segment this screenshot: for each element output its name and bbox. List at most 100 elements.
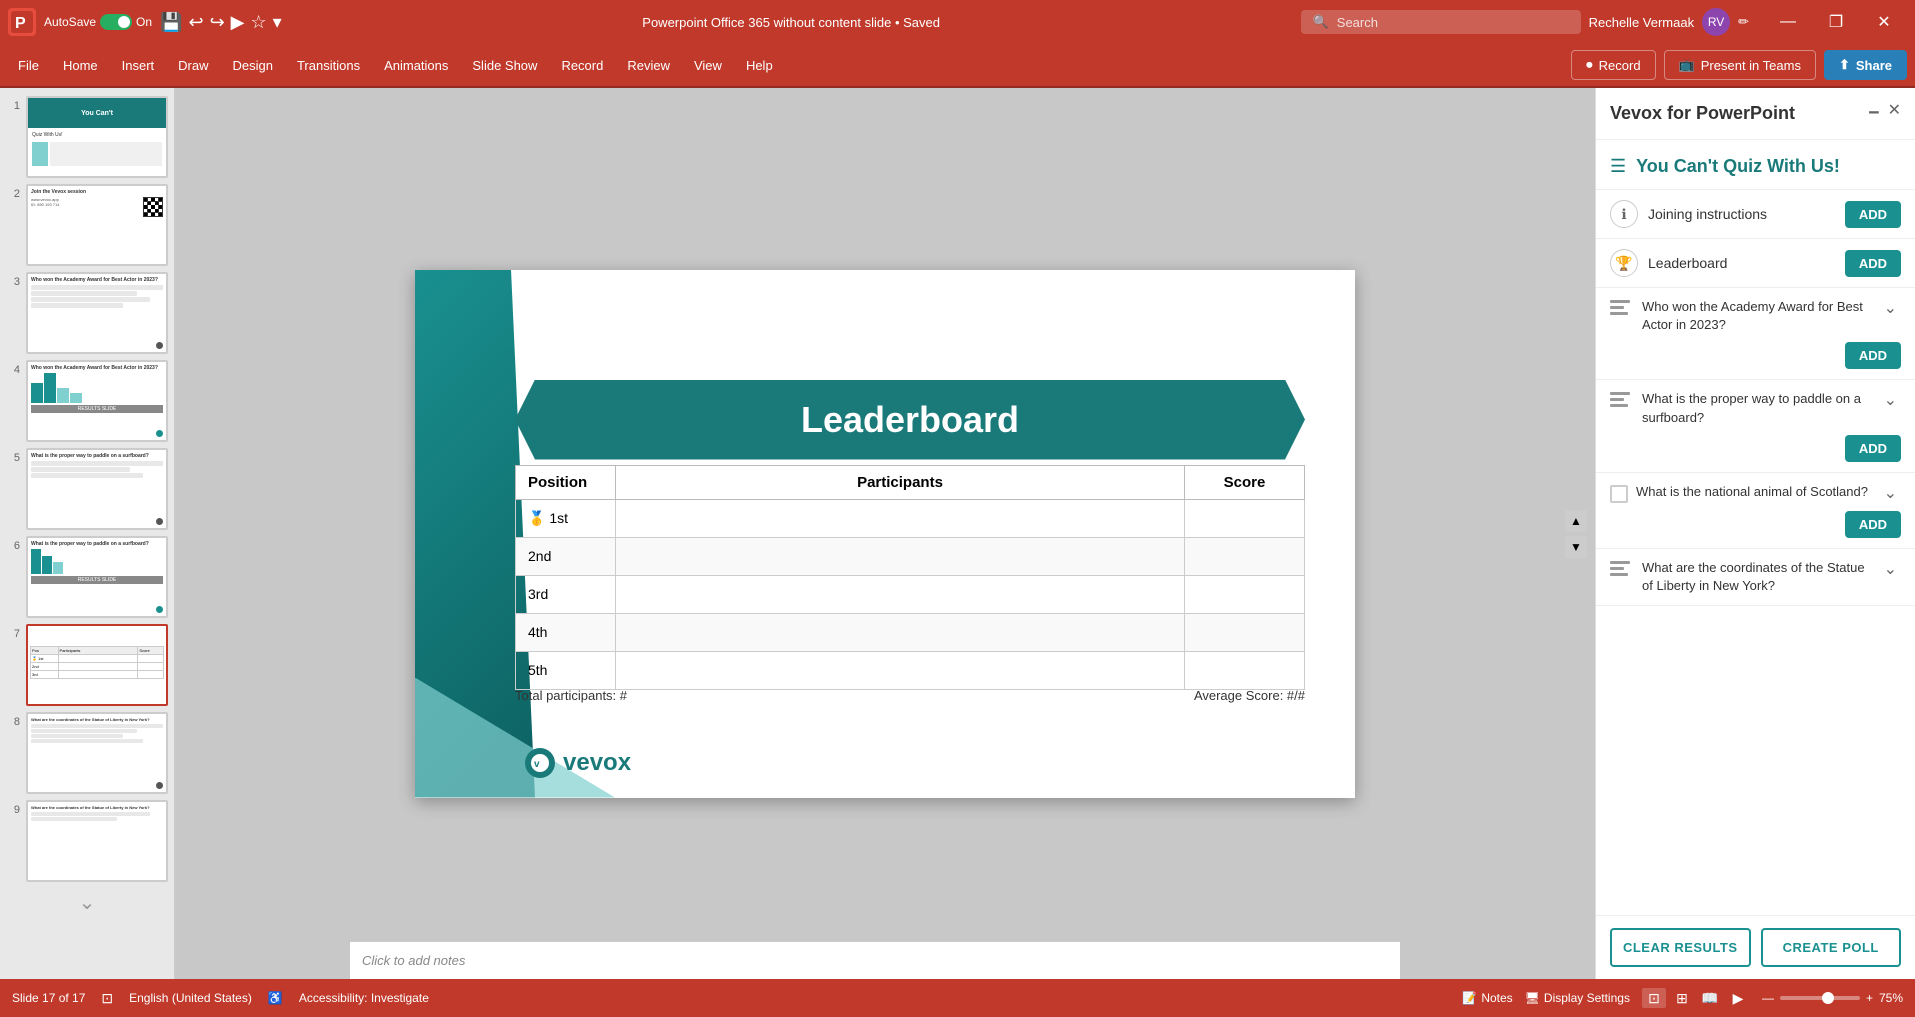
zoom-out-icon[interactable]: — (1762, 991, 1774, 1005)
record-button[interactable]: ⏺ Record (1571, 50, 1655, 80)
reading-view-icon[interactable]: 📖 (1698, 988, 1722, 1008)
svg-text:P: P (15, 15, 26, 32)
clear-results-button[interactable]: CLEAR RESULTS (1610, 928, 1751, 967)
autosave-label: AutoSave (44, 15, 96, 29)
slide-count: Slide 17 of 17 (12, 991, 85, 1005)
question-item-3: What is the national animal of Scotland?… (1596, 473, 1915, 549)
close-panel-icon[interactable]: ✕ (1888, 100, 1901, 127)
question-row-3: What is the national animal of Scotland?… (1610, 483, 1901, 503)
tab-review[interactable]: Review (617, 52, 680, 79)
tab-draw[interactable]: Draw (168, 52, 218, 79)
dropdown-icon[interactable]: ▾ (273, 12, 282, 33)
autosave-indicator[interactable]: AutoSave On (44, 14, 152, 30)
score-1 (1185, 499, 1305, 537)
minimize-button[interactable]: — (1765, 6, 1811, 38)
tab-file[interactable]: File (8, 52, 49, 79)
slide-thumb-8[interactable]: 8 What are the coordinates of the Statue… (6, 712, 168, 794)
slide-thumb-9[interactable]: 9 What are the coordinates of the Statue… (6, 800, 168, 882)
slide-thumb-7[interactable]: 7 Leaderboard PosParticipantsScore 🥇 1st… (6, 624, 168, 706)
panel-title: Vevox for PowerPoint (1610, 103, 1795, 124)
slide-thumb-3[interactable]: 3 Who won the Academy Award for Best Act… (6, 272, 168, 354)
slideshow-icon[interactable]: ▶ (1726, 988, 1750, 1008)
question-add-button-1[interactable]: ADD (1845, 342, 1901, 369)
notes-label: Notes (1481, 991, 1512, 1005)
zoom-level[interactable]: 75% (1879, 991, 1903, 1005)
status-right: 📝 Notes 🖥 Display Settings ⊡ ⊞ 📖 ▶ — + 7… (1462, 988, 1903, 1008)
question-text-2: What is the proper way to paddle on a su… (1642, 390, 1872, 426)
share-button[interactable]: ⬆ Share (1824, 50, 1907, 80)
total-participants: Total participants: # (515, 688, 627, 703)
present-in-teams-button[interactable]: 📺 Present in Teams (1664, 50, 1816, 80)
tab-help[interactable]: Help (736, 52, 783, 79)
slide-canvas[interactable]: Leaderboard Position Participants Score … (415, 270, 1355, 798)
zoom-slider[interactable] (1780, 996, 1860, 1000)
notes-area[interactable]: Click to add notes (350, 941, 1400, 979)
slide-thumb-2[interactable]: 2 Join the Vevox session www.vevox.appID… (6, 184, 168, 266)
slide-thumb-1[interactable]: 1 You Can't Quiz With Us! (6, 96, 168, 178)
save-icon[interactable]: 💾 (160, 12, 182, 33)
collapse-icon[interactable]: 🗕 (1868, 100, 1879, 127)
hamburger-icon[interactable]: ☰ (1610, 156, 1626, 177)
normal-view-icon[interactable]: ⊡ (1642, 988, 1666, 1008)
scroll-down-icon[interactable]: ▼ (1565, 536, 1587, 558)
zoom-in-icon[interactable]: + (1866, 991, 1873, 1005)
present-icon[interactable]: ▶ (231, 12, 245, 33)
user-area: Rechelle Vermaak RV ✏ (1589, 8, 1749, 36)
question-row-2: What is the proper way to paddle on a su… (1610, 390, 1901, 426)
notes-button[interactable]: 📝 Notes (1462, 991, 1512, 1005)
search-bar[interactable]: 🔍 Search (1301, 10, 1581, 34)
leaderboard-add-button[interactable]: ADD (1845, 250, 1901, 277)
present-label: Present in Teams (1701, 58, 1801, 73)
undo-icon[interactable]: ↩ (188, 12, 203, 33)
tab-transitions[interactable]: Transitions (287, 52, 370, 79)
tab-home[interactable]: Home (53, 52, 108, 79)
autosave-toggle[interactable] (100, 14, 132, 30)
star-icon[interactable]: ☆ (251, 12, 267, 33)
question-item-4: What are the coordinates of the Statue o… (1596, 549, 1915, 606)
close-button[interactable]: ✕ (1861, 6, 1907, 38)
slide-sorter-icon[interactable]: ⊞ (1670, 988, 1694, 1008)
scroll-controls[interactable]: ▲ ▼ (1565, 510, 1587, 558)
search-icon: 🔍 (1313, 14, 1329, 30)
question-add-button-3[interactable]: ADD (1845, 511, 1901, 538)
slide-number-icon: ⊡ (101, 990, 113, 1007)
window-controls[interactable]: — ❐ ✕ (1765, 6, 1907, 38)
tab-view[interactable]: View (684, 52, 732, 79)
pen-icon[interactable]: ✏ (1738, 14, 1749, 30)
slide-thumb-6[interactable]: 6 What is the proper way to paddle on a … (6, 536, 168, 618)
slide-thumb-4[interactable]: 4 Who won the Academy Award for Best Act… (6, 360, 168, 442)
tab-slideshow[interactable]: Slide Show (462, 52, 547, 79)
status-bar: Slide 17 of 17 ⊡ English (United States)… (0, 979, 1915, 1017)
notes-placeholder: Click to add notes (362, 953, 465, 968)
scroll-down-icon[interactable]: ⌄ (6, 892, 168, 912)
canvas-area[interactable]: ▲ ▼ Leaderboard Position Participants (175, 88, 1595, 979)
tab-animations[interactable]: Animations (374, 52, 458, 79)
app-icon: P (8, 8, 36, 36)
joining-instructions-section: ℹ Joining instructions ADD (1596, 190, 1915, 239)
participant-2 (616, 537, 1185, 575)
scroll-up-icon[interactable]: ▲ (1565, 510, 1587, 532)
leaderboard-table: Position Participants Score 🥇 1st 2nd (515, 465, 1305, 690)
question-chevron-4[interactable]: ⌄ (1880, 559, 1901, 579)
question-add-button-2[interactable]: ADD (1845, 435, 1901, 462)
share-label: Share (1856, 58, 1892, 73)
question-chevron-3[interactable]: ⌄ (1880, 483, 1901, 503)
slide-panel: 1 You Can't Quiz With Us! 2 Join the Ve (0, 88, 175, 979)
question-chevron-2[interactable]: ⌄ (1880, 390, 1901, 410)
autosave-state: On (136, 15, 152, 29)
restore-button[interactable]: ❐ (1813, 6, 1859, 38)
question-chevron-1[interactable]: ⌄ (1880, 298, 1901, 318)
tab-insert[interactable]: Insert (112, 52, 165, 79)
create-poll-button[interactable]: CREATE POLL (1761, 928, 1902, 967)
joining-add-button[interactable]: ADD (1845, 201, 1901, 228)
redo-icon[interactable]: ↪ (210, 12, 225, 33)
display-icon: 🖥 (1525, 991, 1540, 1005)
display-settings-button[interactable]: 🖥 Display Settings (1525, 991, 1630, 1005)
quiz-title: You Can't Quiz With Us! (1636, 156, 1840, 177)
slide-thumb-5[interactable]: 5 What is the proper way to paddle on a … (6, 448, 168, 530)
tab-design[interactable]: Design (223, 52, 283, 79)
avatar: RV (1702, 8, 1730, 36)
teams-icon: 📺 (1679, 57, 1695, 73)
tab-record[interactable]: Record (551, 52, 613, 79)
accessibility-label[interactable]: Accessibility: Investigate (299, 991, 429, 1005)
